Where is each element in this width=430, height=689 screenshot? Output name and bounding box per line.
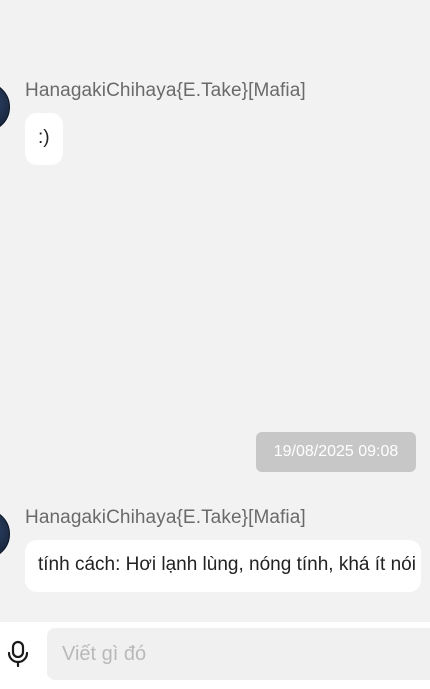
sender-avatar[interactable] <box>0 509 10 559</box>
chat-message-area[interactable]: HanagakiChihaya{E.Take}[Mafia] :) 19/08/… <box>0 0 430 622</box>
timestamp-badge: 19/08/2025 09:08 <box>256 432 416 472</box>
mic-button[interactable] <box>0 628 36 680</box>
timestamp-text: 19/08/2025 09:08 <box>273 443 399 460</box>
message-bubble[interactable]: :) <box>25 113 63 165</box>
sender-name: HanagakiChihaya{E.Take}[Mafia] <box>25 80 306 101</box>
message-input[interactable] <box>47 628 430 680</box>
sender-name: HanagakiChihaya{E.Take}[Mafia] <box>25 507 306 528</box>
message-text: :) <box>38 127 50 148</box>
message-text: tính cách: Hơi lạnh lùng, nóng tính, khá… <box>38 554 416 575</box>
message-bubble[interactable]: tính cách: Hơi lạnh lùng, nóng tính, khá… <box>25 540 421 592</box>
microphone-icon <box>7 640 29 668</box>
sender-avatar[interactable] <box>0 82 10 132</box>
message-composer <box>0 622 430 689</box>
